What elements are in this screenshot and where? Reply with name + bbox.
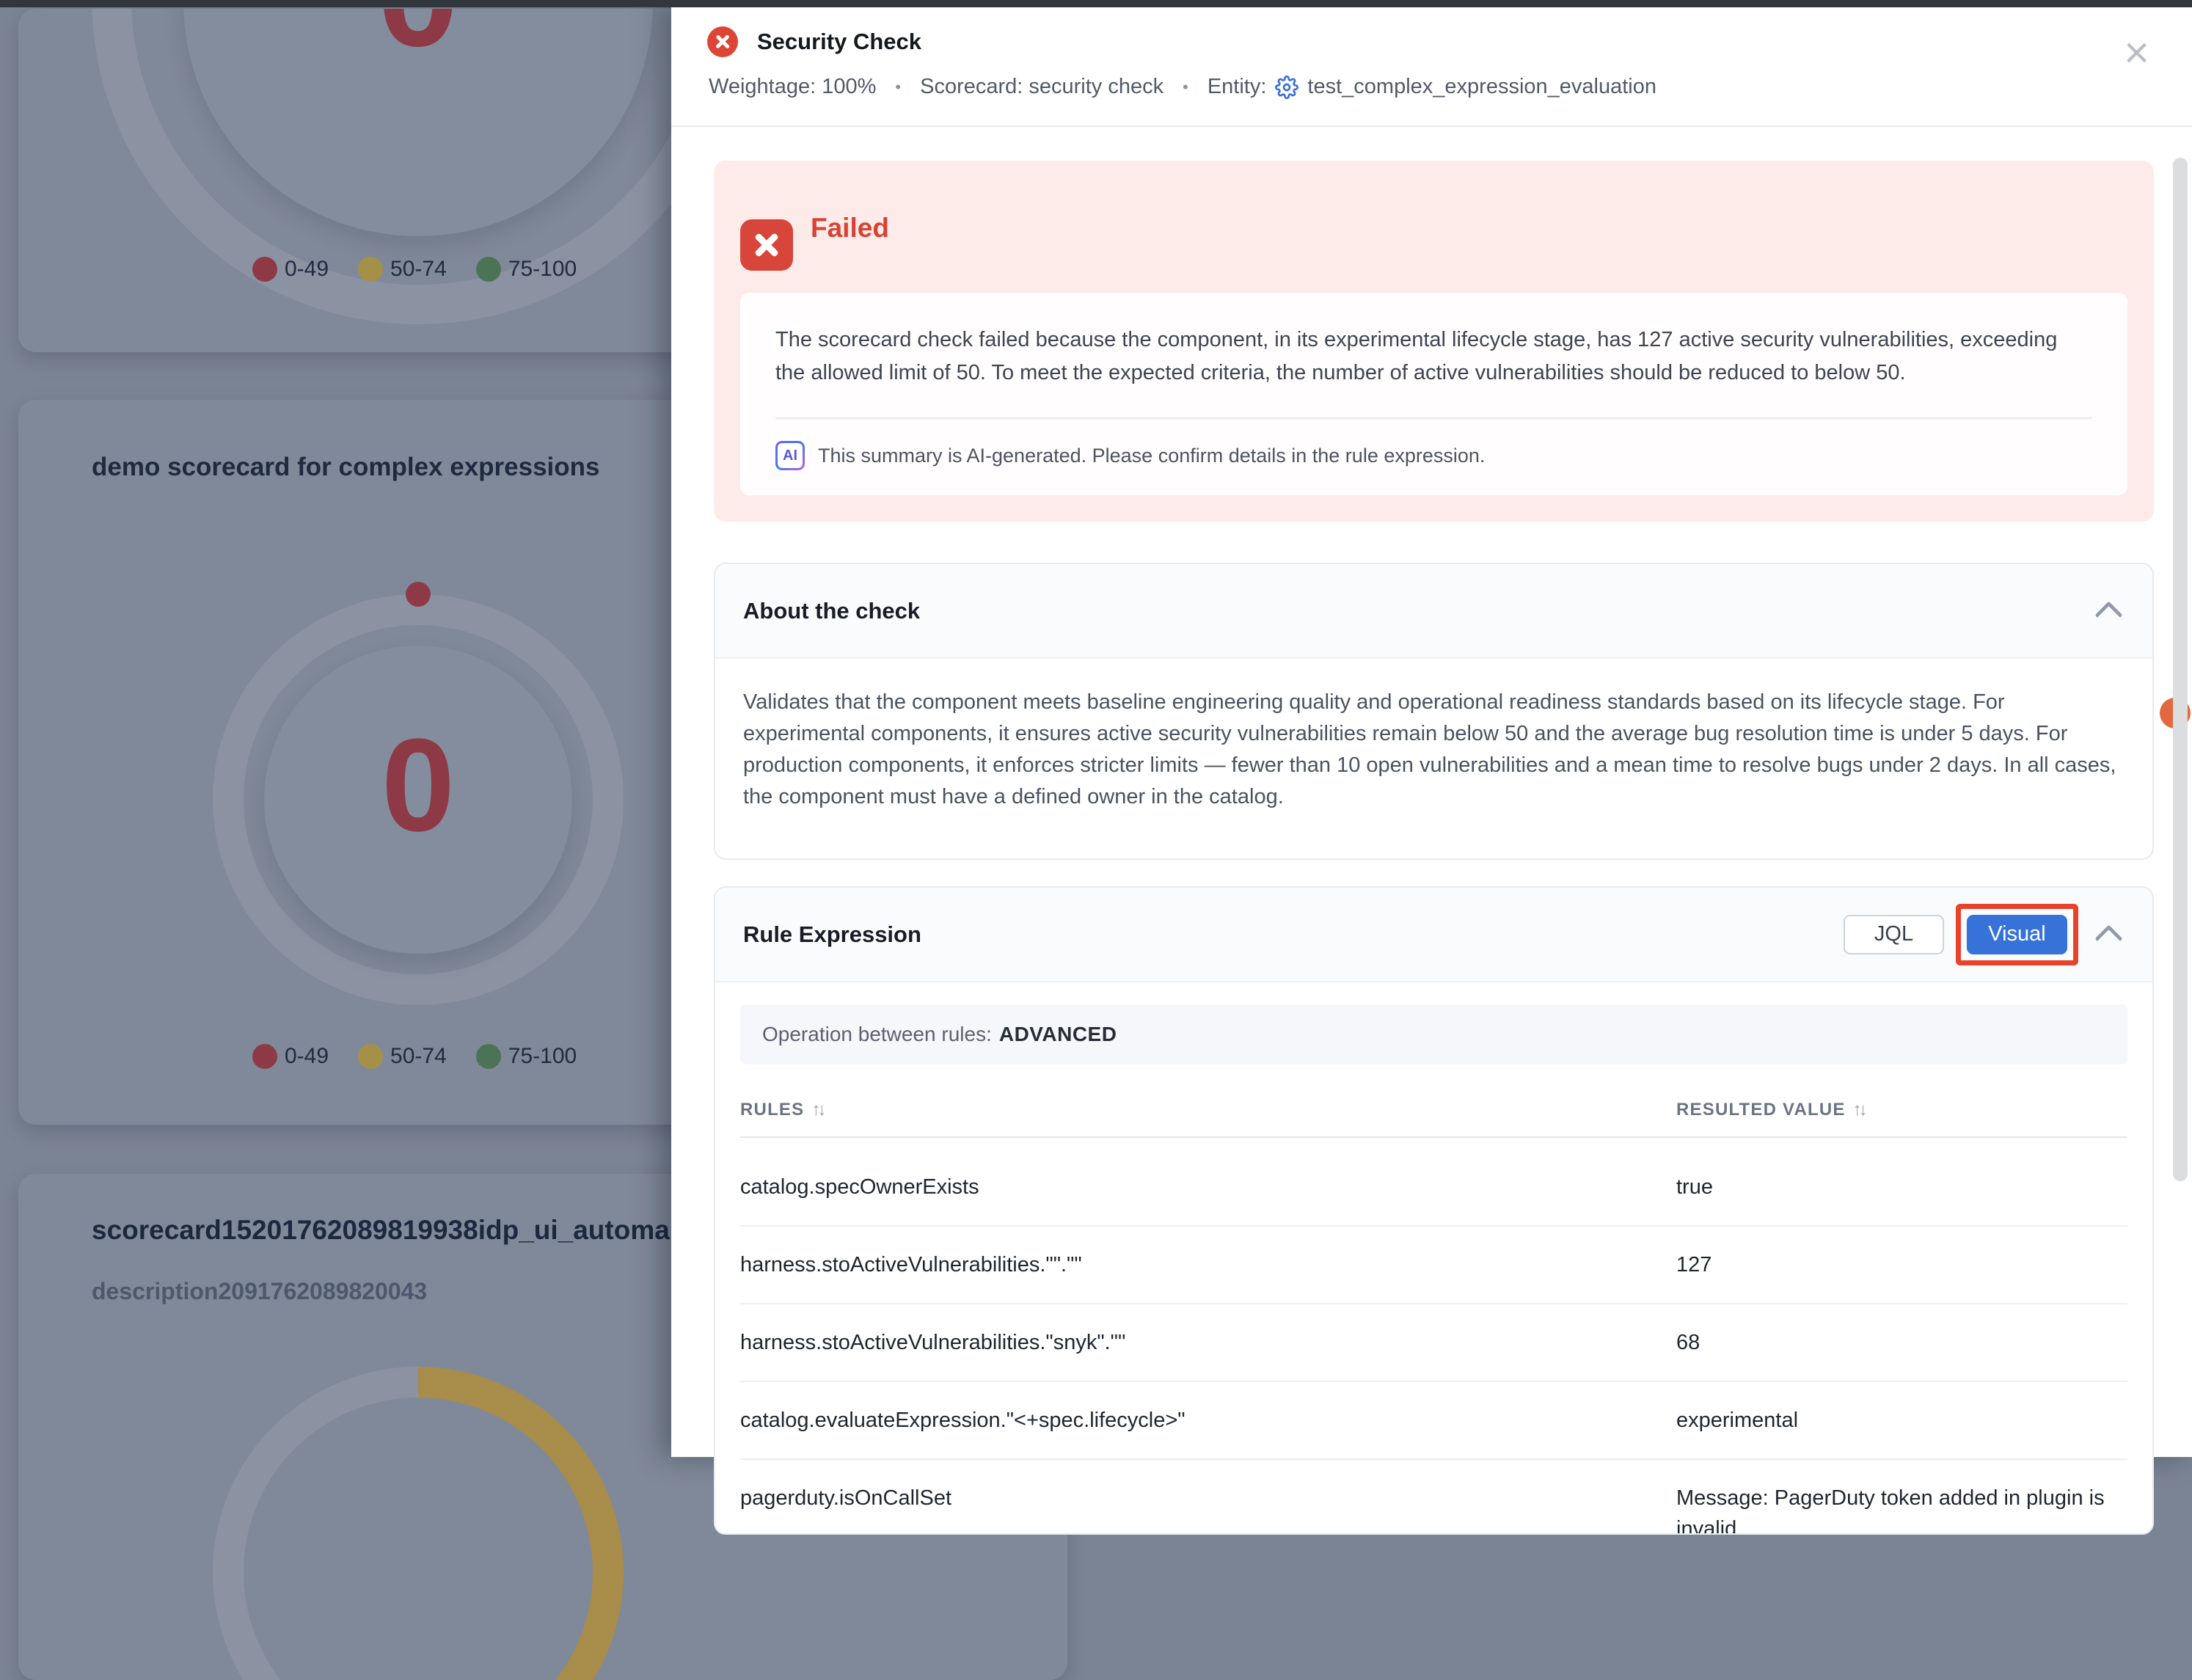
legend-item-50-74: 50-74 (358, 1044, 447, 1069)
legend-item-0-49: 0-49 (252, 1044, 329, 1069)
divider (775, 417, 2092, 419)
failed-status-icon (707, 26, 738, 57)
red-dot-icon (252, 257, 277, 282)
table-row: harness.stoActiveVulnerabilities."snyk".… (740, 1304, 2127, 1382)
ai-badge-icon: AI (775, 441, 805, 470)
legend-item-50-74: 50-74 (358, 257, 447, 282)
drawer-title: Security Check (757, 29, 921, 55)
sort-icon[interactable]: ↑↓ (811, 1100, 823, 1120)
operation-bar: Operation between rules: ADVANCED (740, 1004, 2127, 1064)
green-dot-icon (476, 1044, 501, 1069)
dashboard-background: 0 0-49 50-74 75-100 demo scorecard for c… (0, 0, 671, 1457)
about-section-title: About the check (743, 598, 2099, 624)
entity-value: test_complex_expression_evaluation (1307, 75, 1656, 99)
security-check-drawer: Security Check Weightage: 100% • Scoreca… (671, 0, 2192, 1457)
failed-summary-card: The scorecard check failed because the c… (740, 293, 2127, 495)
failed-icon (740, 219, 793, 271)
red-dot-icon (252, 1044, 277, 1069)
gauge-cutout (244, 1398, 593, 1680)
chevron-up-icon[interactable] (2094, 924, 2122, 952)
legend-label: 50-74 (390, 1044, 447, 1069)
yellow-dot-icon (358, 1044, 383, 1069)
drawer-meta: Weightage: 100% • Scorecard: security ch… (709, 75, 1656, 99)
legend-label: 75-100 (508, 257, 577, 282)
entity-group: Entity: test_complex_expression_evaluati… (1208, 75, 1656, 99)
rule-cell: catalog.evaluateExpression."<+spec.lifec… (740, 1405, 1676, 1436)
separator-dot: • (1183, 78, 1188, 97)
rule-expression-title: Rule Expression (743, 921, 1844, 948)
legend-item-75-100: 75-100 (476, 1044, 577, 1069)
score-value: 0 (326, 720, 510, 852)
chevron-up-icon[interactable] (2094, 601, 2122, 629)
rule-cell: catalog.specOwnerExists (740, 1172, 1676, 1202)
about-section-header[interactable]: About the check (715, 564, 2152, 659)
failed-summary-text: The scorecard check failed because the c… (775, 324, 2092, 390)
jql-toggle-button[interactable]: JQL (1844, 915, 1944, 954)
visual-toggle-button[interactable]: Visual (1967, 915, 2067, 954)
resulted-value-header-label: RESULTED VALUE (1676, 1100, 1846, 1120)
value-cell: 68 (1676, 1327, 2127, 1358)
weightage-label: Weightage: 100% (709, 75, 876, 99)
operation-value: ADVANCED (999, 1023, 1117, 1046)
scorecard-description: description2091762089820043 (92, 1278, 427, 1305)
rules-table-header: RULES ↑↓ RESULTED VALUE ↑↓ (740, 1084, 2127, 1138)
rule-expression-header: Rule Expression JQL Visual (715, 888, 2152, 982)
rules-column-header[interactable]: RULES ↑↓ (740, 1100, 1676, 1120)
gauge-pointer-dot (406, 582, 431, 607)
about-the-check-section: About the check Validates that the compo… (714, 563, 2154, 860)
gear-icon (1275, 76, 1298, 99)
rule-cell: harness.stoActiveVulnerabilities.""."" (740, 1249, 1676, 1280)
value-cell: true (1676, 1172, 2127, 1202)
ai-disclaimer-text: This summary is AI-generated. Please con… (818, 445, 1485, 467)
score-legend: 0-49 50-74 75-100 (252, 1044, 577, 1069)
rule-expression-body: Operation between rules: ADVANCED RULES ↑… (715, 982, 2152, 1535)
drawer-header: Security Check Weightage: 100% • Scoreca… (671, 0, 2192, 127)
table-row: catalog.evaluateExpression."<+spec.lifec… (740, 1382, 2127, 1460)
value-cell: 127 (1676, 1249, 2127, 1280)
legend-item-75-100: 75-100 (476, 257, 577, 282)
failed-banner: Failed The scorecard check failed becaus… (714, 161, 2154, 522)
value-cell: experimental (1676, 1405, 2127, 1436)
browser-top-bar (0, 0, 2192, 7)
entity-label: Entity: (1208, 75, 1267, 99)
resulted-value-column-header[interactable]: RESULTED VALUE ↑↓ (1676, 1100, 2127, 1120)
legend-label: 75-100 (508, 1044, 577, 1069)
legend-label: 50-74 (390, 257, 447, 282)
legend-item-0-49: 0-49 (252, 257, 329, 282)
separator-dot: • (895, 78, 901, 97)
green-dot-icon (476, 257, 501, 282)
rule-expression-section: Rule Expression JQL Visual Operation bet… (714, 886, 2154, 1535)
scorecard-title: demo scorecard for complex expressions (92, 453, 600, 482)
yellow-dot-icon (358, 257, 383, 282)
table-row: harness.stoActiveVulnerabilities.""."" 1… (740, 1227, 2127, 1304)
gauge-gold-arc (213, 1367, 624, 1680)
about-section-body: Validates that the component meets basel… (715, 659, 2152, 858)
table-row: catalog.specOwnerExists true (740, 1138, 2127, 1227)
legend-label: 0-49 (285, 257, 329, 282)
rule-cell: pagerduty.isOnCallSet (740, 1483, 1676, 1535)
sort-icon[interactable]: ↑↓ (1853, 1100, 1865, 1120)
close-icon[interactable]: × (2124, 31, 2149, 75)
table-row: pagerduty.isOnCallSet Message: PagerDuty… (740, 1460, 2127, 1535)
drawer-content: Failed The scorecard check failed becaus… (714, 127, 2154, 1535)
legend-label: 0-49 (285, 1044, 329, 1069)
score-value: 0 (326, 9, 510, 69)
rule-cell: harness.stoActiveVulnerabilities."snyk".… (740, 1327, 1676, 1358)
rules-header-label: RULES (740, 1100, 804, 1120)
failed-status-label: Failed (811, 213, 889, 244)
operation-label: Operation between rules: (762, 1023, 992, 1046)
rules-table: RULES ↑↓ RESULTED VALUE ↑↓ catalog.specOwn… (740, 1084, 2127, 1535)
value-cell: Message: PagerDuty token added in plugin… (1676, 1483, 2127, 1535)
scorecard-title: scorecard15201762089819938idp_ui_automa (92, 1215, 670, 1246)
annotation-highlight-box: Visual (1956, 904, 2078, 965)
vertical-scrollbar-thumb[interactable] (2173, 158, 2188, 1181)
scorecard-label: Scorecard: security check (920, 75, 1163, 99)
score-legend: 0-49 50-74 75-100 (252, 257, 577, 282)
